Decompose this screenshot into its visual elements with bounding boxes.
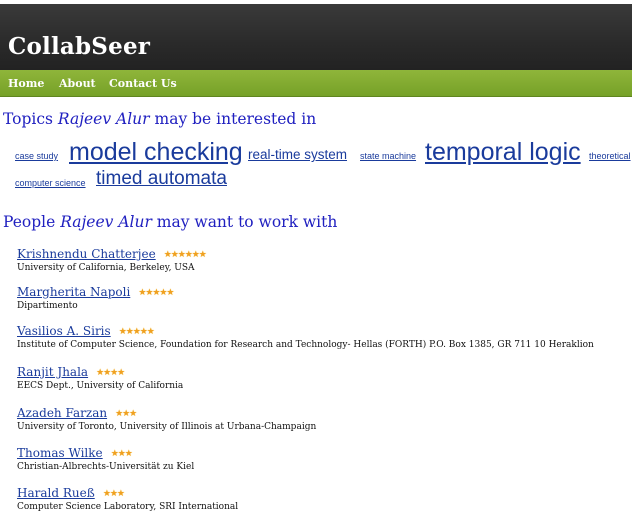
topic-tag[interactable]: model checking [69,138,243,167]
list-item: Azadeh Farzan ★★★ University of Toronto,… [17,401,316,432]
star-icon: ★ [125,327,134,337]
star-icon: ★ [166,288,175,298]
nav-home-link[interactable]: Home [8,77,44,90]
topic-tag[interactable]: real-time system [248,147,347,162]
star-icon: ★ [184,250,193,260]
topic-tag[interactable]: case study [15,151,58,161]
person-name-link[interactable]: Vasilios A. Siris [17,324,111,338]
nav-contact-link[interactable]: Contact Us [109,77,177,90]
star-icon: ★ [163,250,172,260]
rating-stars: ★★★★★★ [163,242,207,261]
star-icon: ★ [177,250,186,260]
topics-heading-suffix: may be interested in [149,110,317,128]
people-heading-prefix: People [3,213,61,231]
star-icon: ★ [146,327,155,337]
star-icon: ★ [110,449,119,459]
person-affiliation: Christian-Albrechts-Universität zu Kiel [17,462,195,472]
person-affiliation: University of California, Berkeley, USA [17,263,195,273]
star-icon: ★ [170,250,179,260]
star-icon: ★ [102,489,111,499]
people-heading: People Rajeev Alur may want to work with [3,213,337,231]
star-icon: ★ [124,449,133,459]
people-heading-suffix: may want to work with [151,213,338,231]
list-item: Krishnendu Chatterjee ★★★★★★ University … [17,242,207,273]
list-item: Margherita Napoli ★★★★★ Dipartimento [17,280,175,311]
list-item: Thomas Wilke ★★★ Christian-Albrechts-Uni… [17,441,194,472]
person-affiliation: University of Toronto, University of Ill… [17,422,317,432]
topic-tag[interactable]: computer science [15,178,86,188]
topics-heading-prefix: Topics [3,110,58,128]
person-name-link[interactable]: Harald Rueß [17,486,95,500]
person-affiliation: Dipartimento [17,301,78,311]
topic-tag[interactable]: temporal logic [425,138,581,167]
rating-stars: ★★★★★ [138,280,175,299]
person-name-link[interactable]: Thomas Wilke [17,446,103,460]
people-heading-person: Rajeev Alur [60,213,152,231]
topic-tag[interactable]: theoretical [589,151,631,161]
star-icon: ★ [117,449,126,459]
star-icon: ★ [198,250,207,260]
person-name-link[interactable]: Krishnendu Chatterjee [17,247,156,261]
site-header: CollabSeer [0,0,632,70]
topic-tag[interactable]: timed automata [96,168,227,190]
star-icon: ★ [139,327,148,337]
list-item: Ranjit Jhala ★★★★ EECS Dept., University… [17,360,183,391]
star-icon: ★ [109,489,118,499]
rating-stars: ★★★★ [96,360,126,379]
person-name-link[interactable]: Margherita Napoli [17,285,130,299]
rating-stars: ★★★ [110,441,133,460]
person-affiliation: Institute of Computer Science, Foundatio… [17,340,594,350]
main-nav: Home About Contact Us [0,70,632,97]
topics-heading-person: Rajeev Alur [57,110,150,128]
star-icon: ★ [191,250,200,260]
star-icon: ★ [116,489,125,499]
topic-tag[interactable]: state machine [360,151,416,161]
person-name-link[interactable]: Ranjit Jhala [17,365,88,379]
list-item: Harald Rueß ★★★ Computer Science Laborat… [17,481,238,512]
star-icon: ★ [118,327,127,337]
person-name-link[interactable]: Azadeh Farzan [17,406,107,420]
nav-about-link[interactable]: About [59,77,96,90]
rating-stars: ★★★ [102,481,125,500]
rating-stars: ★★★★★ [118,319,155,338]
site-logo[interactable]: CollabSeer [8,33,150,60]
list-item: Vasilios A. Siris ★★★★★ Institute of Com… [17,319,594,350]
rating-stars: ★★★ [115,401,138,420]
person-affiliation: Computer Science Laboratory, SRI Interna… [17,502,239,512]
star-icon: ★ [132,327,141,337]
person-affiliation: EECS Dept., University of California [17,381,184,391]
star-icon: ★ [117,368,126,378]
star-icon: ★ [129,409,138,419]
topics-heading: Topics Rajeev Alur may be interested in [3,110,316,128]
